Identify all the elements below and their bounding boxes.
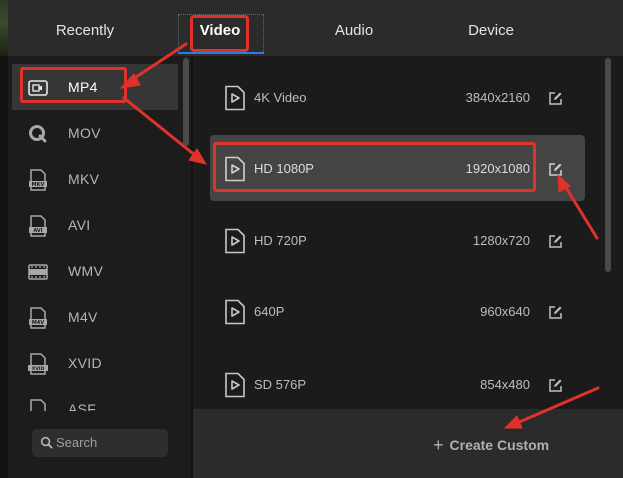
edit-icon[interactable]	[548, 305, 563, 320]
edit-icon[interactable]	[548, 162, 563, 177]
preset-resolution: 3840x2160	[465, 90, 530, 105]
avi-file-icon: AVI	[29, 215, 47, 237]
asf-file-icon: ASF	[30, 399, 46, 411]
preset-name: HD 720P	[254, 233, 307, 248]
active-tab-indicator	[178, 52, 264, 54]
svg-text:MKV: MKV	[32, 182, 45, 188]
sidebar-item-label: XVID	[68, 355, 102, 371]
sidebar-item-wmv[interactable]: WMV	[12, 248, 178, 294]
sidebar-item-mkv[interactable]: MKV MKV	[12, 156, 178, 202]
sidebar-item-m4v[interactable]: M4V M4V	[12, 294, 178, 340]
preset-row-sd-576p[interactable]: SD 576P 854x480	[210, 351, 585, 417]
sidebar-item-label: MOV	[68, 125, 101, 141]
sidebar-scrollbar-thumb[interactable]	[183, 58, 189, 146]
search-placeholder: Search	[56, 435, 98, 450]
tab-device[interactable]: Device	[455, 22, 527, 39]
svg-text:XVID: XVID	[32, 366, 45, 372]
format-sidebar: MP4 MOV MKV MKV AVI AVI WMV M4V M4V XVID…	[8, 56, 191, 478]
preset-name: 640P	[254, 304, 285, 319]
format-list: MP4 MOV MKV MKV AVI AVI WMV M4V M4V XVID…	[8, 56, 178, 411]
xvid-file-icon: XVID	[28, 353, 48, 375]
tab-audio[interactable]: Audio	[318, 22, 390, 39]
background-image-edge	[0, 0, 8, 56]
tab-recently[interactable]: Recently	[40, 22, 130, 39]
plus-icon: +	[433, 435, 444, 455]
bottom-action-bar: + Create Custom	[193, 409, 623, 478]
annotation-highlight-1080p	[213, 142, 536, 192]
preset-list-scrollbar[interactable]	[605, 58, 611, 272]
preset-name: SD 576P	[254, 377, 307, 392]
preset-resolution: 960x640	[480, 304, 530, 319]
m4v-file-icon: M4V	[29, 307, 47, 329]
preset-resolution: 854x480	[480, 377, 530, 392]
preset-row-hd-1080p[interactable]: HD 1080P 1920x1080	[210, 135, 585, 201]
preset-name: 4K Video	[254, 90, 307, 105]
annotation-highlight-video	[190, 15, 249, 52]
wmv-file-icon	[28, 264, 48, 280]
sidebar-item-avi[interactable]: AVI AVI	[12, 202, 178, 248]
preset-row-4k-video[interactable]: 4K Video 3840x2160	[210, 64, 585, 130]
sidebar-item-label: MKV	[68, 171, 100, 187]
sidebar-item-label: WMV	[68, 263, 104, 279]
sidebar-item-xvid[interactable]: XVID XVID	[12, 340, 178, 386]
format-tab-bar: Recently Video Audio Device	[0, 0, 623, 56]
video-file-icon	[225, 228, 245, 254]
video-file-icon	[225, 299, 245, 325]
sidebar-item-mov[interactable]: MOV	[12, 110, 178, 156]
sidebar-item-asf[interactable]: ASF ASF	[12, 386, 178, 411]
preset-resolution: 1280x720	[472, 233, 530, 248]
svg-text:M4V: M4V	[32, 320, 44, 326]
search-icon	[40, 436, 53, 449]
video-file-icon	[225, 372, 245, 398]
sidebar-item-label: M4V	[68, 309, 98, 325]
preset-row-640p[interactable]: 640P 960x640	[210, 278, 585, 344]
mov-quicktime-icon	[29, 125, 47, 143]
mkv-file-icon: MKV	[29, 169, 47, 191]
sidebar-item-label: AVI	[68, 217, 91, 233]
edit-icon[interactable]	[548, 234, 563, 249]
search-input[interactable]: Search	[32, 429, 168, 457]
create-custom-label: Create Custom	[449, 437, 550, 453]
svg-text:AVI: AVI	[33, 228, 42, 234]
video-file-icon	[225, 85, 245, 111]
edit-icon[interactable]	[548, 91, 563, 106]
preset-row-hd-720p[interactable]: HD 720P 1280x720	[210, 207, 585, 273]
edit-icon[interactable]	[548, 378, 563, 393]
preset-list-panel: 4K Video 3840x2160 HD 1080P 1920x1080 HD…	[193, 56, 623, 409]
annotation-highlight-mp4	[20, 67, 127, 103]
create-custom-button[interactable]: + Create Custom	[433, 435, 549, 456]
sidebar-item-label: ASF	[68, 401, 97, 411]
